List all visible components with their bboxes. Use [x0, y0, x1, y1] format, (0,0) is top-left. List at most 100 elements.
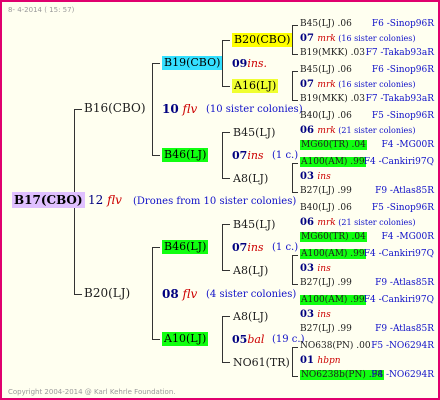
queen-no61-label[interactable]: NO61(TR)	[233, 356, 290, 369]
ancestor-row[interactable]: B27(LJ) .99 F9 -Atlas85R	[300, 277, 436, 290]
connector	[74, 294, 82, 295]
queen-b46-box[interactable]: B46(LJ)	[162, 240, 209, 254]
ancestor-row[interactable]: MG60(TR) .04 F4 -MG00R	[300, 231, 436, 244]
ancestor-row[interactable]: B45(LJ) .06 F6 -Sinop96R	[300, 18, 436, 31]
connector	[222, 132, 223, 179]
queen-b20-label[interactable]: B20(LJ)	[84, 287, 130, 300]
connector	[152, 63, 153, 156]
ancestor-row[interactable]: B27(LJ) .99 F9 -Atlas85R	[300, 323, 436, 336]
connector	[222, 224, 230, 225]
queen-year: 06	[300, 125, 318, 136]
queen-mark: mrk	[317, 126, 336, 136]
queen-b46-note: (1 c.)	[272, 242, 299, 253]
queen-mark: ins	[317, 172, 331, 182]
ancestor-row[interactable]: B40(LJ) .06 F5 -Sinop96R	[300, 202, 436, 215]
queen-mark: mrk	[317, 218, 336, 228]
ancestor-row[interactable]: A100(AM) .99 F4 -Cankiri97Q	[300, 156, 436, 169]
queen-b45-label[interactable]: B45(LJ)	[233, 126, 275, 139]
ancestor-name: A100(AM) .99	[300, 249, 366, 259]
connector	[292, 255, 298, 256]
ancestor-row[interactable]: B19(MKK) .03 F7 -Takab93aR	[300, 47, 436, 60]
ancestor-name: B27(LJ) .99	[300, 324, 352, 334]
connector	[152, 155, 160, 156]
queen-year: 06	[300, 217, 318, 228]
connector	[292, 284, 298, 285]
connector	[292, 71, 298, 72]
connector	[292, 376, 298, 377]
queen-b46-year: 07ins	[232, 149, 264, 162]
year-row: 07 mrk (16 sister colonies)	[300, 32, 436, 45]
ancestor-row[interactable]: MG60(TR) .04 F4 -MG00R	[300, 139, 436, 152]
ancestor-row[interactable]: B40(LJ) .06 F5 -Sinop96R	[300, 110, 436, 123]
connector	[222, 270, 230, 271]
connector	[292, 100, 298, 101]
ancestor-row[interactable]: A100(AM) .99 F4 -Cankiri97Q	[300, 248, 436, 261]
pedigree-chart: 8- 4-2014 ( 15: 57) Copyright 2004-2014 …	[0, 0, 440, 400]
queen-b17-box[interactable]: B17(CBO)	[12, 192, 85, 208]
ancestor-row[interactable]: B27(LJ) .99 F9 -Atlas85R	[300, 185, 436, 198]
print-date: 8- 4-2014 ( 15: 57)	[8, 6, 75, 14]
ancestor-origin: F4 -MG00R	[381, 232, 434, 242]
connector	[292, 255, 293, 285]
ancestor-origin: F4 -Cankiri97Q	[363, 157, 434, 167]
connector	[152, 247, 153, 339]
queen-b16-year: 10 flv	[162, 102, 198, 116]
connector	[152, 247, 160, 248]
queen-b46-year: 07ins	[232, 241, 264, 254]
connector	[292, 347, 298, 348]
queen-b17-note: (Drones from 10 sister colonies)	[133, 196, 297, 207]
queen-note: (16 sister colonies)	[335, 80, 416, 89]
queen-b19-box[interactable]: B19(CBO)	[162, 56, 223, 70]
connector	[222, 316, 223, 363]
connector	[292, 347, 293, 377]
connector	[292, 25, 298, 26]
queen-b45-label[interactable]: B45(LJ)	[233, 218, 275, 231]
connector	[292, 71, 293, 101]
ancestor-origin: F7 -Takab93aR	[365, 48, 434, 58]
queen-b16-label[interactable]: B16(CBO)	[84, 102, 146, 115]
queen-a8-label[interactable]: A8(LJ)	[233, 172, 268, 185]
queen-a10-box[interactable]: A10(LJ)	[162, 332, 209, 346]
queen-year: 03	[300, 263, 318, 274]
queen-b16-note: (10 sister colonies)	[206, 104, 303, 115]
ancestor-row[interactable]: B45(LJ) .06 F6 -Sinop96R	[300, 64, 436, 77]
ancestor-row[interactable]: A100(AM) .99 F4 -Cankiri97Q	[300, 294, 436, 307]
queen-year: 07	[300, 79, 318, 90]
queen-b20-box[interactable]: B20(CBO)	[232, 33, 293, 47]
queen-a8-label[interactable]: A8(LJ)	[233, 264, 268, 277]
year-row: 06 mrk (21 sister colonies)	[300, 216, 436, 229]
ancestor-name: NO638(PN) .00	[300, 341, 371, 351]
queen-mark: hbpn	[317, 356, 341, 366]
connector	[74, 109, 82, 110]
ancestor-row[interactable]: B19(MKK) .03 F7 -Takab93aR	[300, 93, 436, 106]
ancestor-origin: F4 -NO6294R	[371, 370, 434, 380]
queen-a8-label[interactable]: A8(LJ)	[233, 310, 268, 323]
connector	[222, 132, 230, 133]
ancestor-origin: F9 -Atlas85R	[375, 324, 434, 334]
queen-year: 07	[300, 33, 318, 44]
queen-b46-box[interactable]: B46(LJ)	[162, 148, 209, 162]
queen-b20-year: 08 flv	[162, 287, 198, 301]
connector	[222, 316, 230, 317]
year-row: 01 hbpn	[300, 354, 436, 367]
ancestor-name: B27(LJ) .99	[300, 186, 352, 196]
year-row: 03 ins	[300, 170, 436, 183]
ancestor-origin: F5 -Sinop96R	[371, 111, 434, 121]
ancestor-origin: F7 -Takab93aR	[365, 94, 434, 104]
queen-mark: mrk	[317, 34, 336, 44]
ancestor-origin: F6 -Sinop96R	[371, 65, 434, 75]
ancestor-name: B40(LJ) .06	[300, 111, 352, 121]
queen-mark: mrk	[317, 80, 336, 90]
ancestor-origin: F9 -Atlas85R	[375, 278, 434, 288]
queen-note: (21 sister colonies)	[335, 126, 416, 135]
ancestor-name: B45(LJ) .06	[300, 19, 352, 29]
queen-note: (16 sister colonies)	[335, 34, 416, 43]
year-row: 06 mrk (21 sister colonies)	[300, 124, 436, 137]
queen-mark: ins	[317, 264, 331, 274]
ancestor-row[interactable]: NO6238b(PN) .98 F4 -NO6294R	[300, 369, 436, 382]
connector	[292, 163, 298, 164]
queen-a16-box[interactable]: A16(LJ)	[232, 79, 279, 93]
connector	[152, 339, 160, 340]
ancestor-row[interactable]: NO638(PN) .00 F5 -NO6294R	[300, 340, 436, 353]
year-row: 03 ins	[300, 262, 436, 275]
